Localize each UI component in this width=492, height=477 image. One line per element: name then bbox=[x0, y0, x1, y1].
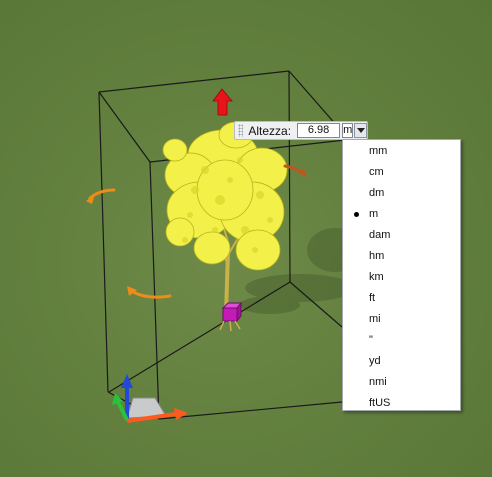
unit-option-inch[interactable]: " bbox=[343, 330, 460, 351]
selected-bullet-icon bbox=[354, 212, 359, 217]
unit-option-dam[interactable]: dam bbox=[343, 225, 460, 246]
unit-option-label: ft bbox=[369, 292, 376, 304]
unit-option-label: hm bbox=[369, 250, 385, 262]
height-label: Altezza: bbox=[248, 123, 292, 138]
rotate-arrow-icon[interactable] bbox=[86, 188, 116, 204]
unit-option-label: nmi bbox=[369, 376, 387, 388]
unit-option-mi[interactable]: mi bbox=[343, 309, 460, 330]
rotate-arrow-icon[interactable] bbox=[127, 286, 172, 299]
height-value-input[interactable]: 6.98 bbox=[297, 123, 341, 138]
unit-option-label: mm bbox=[369, 145, 388, 157]
height-measure-widget[interactable]: Altezza: 6.98 m bbox=[234, 121, 368, 140]
unit-option-label: " bbox=[369, 334, 373, 346]
axis-gizmo-icon[interactable] bbox=[112, 374, 188, 423]
unit-dropdown-button[interactable] bbox=[354, 123, 367, 138]
unit-option-ftus[interactable]: ftUS bbox=[343, 393, 460, 414]
3d-viewport[interactable]: Altezza: 6.98 m mm cm dm m dam hm km ft … bbox=[0, 0, 492, 477]
pivot-cube-icon[interactable] bbox=[219, 301, 243, 332]
drag-grip-icon[interactable] bbox=[238, 124, 244, 137]
unit-option-label: m bbox=[369, 208, 379, 220]
unit-option-label: dm bbox=[369, 187, 385, 199]
rotate-arrow-icon[interactable] bbox=[283, 164, 307, 177]
unit-option-km[interactable]: km bbox=[343, 267, 460, 288]
unit-option-nmi[interactable]: nmi bbox=[343, 372, 460, 393]
unit-option-label: km bbox=[369, 271, 384, 283]
unit-option-ft[interactable]: ft bbox=[343, 288, 460, 309]
unit-option-label: yd bbox=[369, 355, 381, 367]
height-unit-field[interactable]: m bbox=[342, 123, 354, 138]
unit-dropdown-menu[interactable]: mm cm dm m dam hm km ft mi " yd nmi ftUS bbox=[342, 139, 461, 411]
tree-foliage[interactable] bbox=[162, 121, 288, 271]
unit-option-hm[interactable]: hm bbox=[343, 246, 460, 267]
unit-option-yd[interactable]: yd bbox=[343, 351, 460, 372]
unit-option-cm[interactable]: cm bbox=[343, 162, 460, 183]
unit-option-label: ftUS bbox=[369, 397, 391, 409]
unit-option-dm[interactable]: dm bbox=[343, 183, 460, 204]
unit-option-mm[interactable]: mm bbox=[343, 141, 460, 162]
unit-option-label: cm bbox=[369, 166, 384, 178]
arrow-up-icon[interactable] bbox=[212, 88, 233, 116]
unit-option-label: dam bbox=[369, 229, 391, 241]
unit-option-label: mi bbox=[369, 313, 381, 325]
unit-option-m[interactable]: m bbox=[343, 204, 460, 225]
